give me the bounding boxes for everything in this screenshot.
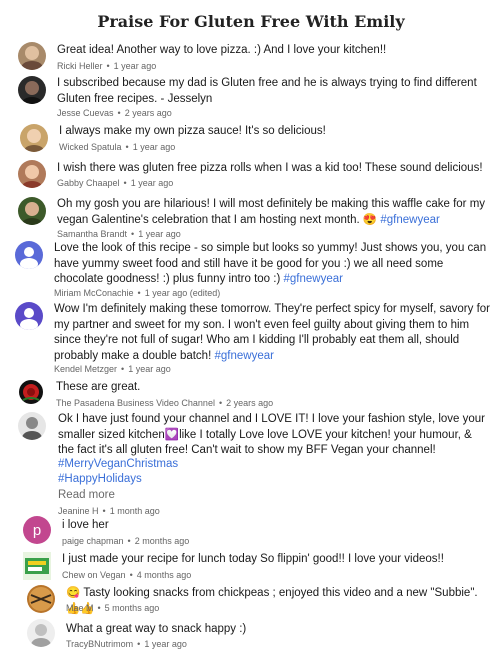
comment-time: 2 months ago	[134, 536, 190, 546]
comment-text: Ok I have just found your channel and I …	[58, 413, 486, 456]
avatar[interactable]	[20, 124, 48, 152]
avatar[interactable]	[18, 197, 46, 225]
heart-decoration-emoji-icon: 💟	[164, 428, 180, 441]
comment-author[interactable]: The Pasadena Business Video Channel	[56, 398, 215, 408]
page-title: Praise For Gluten Free With Emily	[97, 12, 405, 31]
avatar[interactable]	[17, 378, 45, 406]
comment-meta: Kendel Metzger • 1 year ago	[54, 364, 171, 374]
comment-author[interactable]: Wicked Spatula	[59, 142, 122, 152]
avatar[interactable]: p	[23, 516, 51, 544]
comment-meta: The Pasadena Business Video Channel • 2 ye…	[56, 398, 274, 408]
comment-author[interactable]: Gabby Chaapel	[57, 178, 120, 188]
comment-text: What a great way to snack happy :)	[66, 623, 247, 635]
comment-meta: Miriam McConachie • 1 year ago (edited)	[54, 288, 221, 298]
default-user-icon	[20, 247, 38, 269]
comment-time: 2 years ago	[124, 108, 172, 118]
comment-time: 1 year ago	[132, 142, 176, 152]
comment-text: I just made your recipe for lunch today …	[62, 553, 444, 565]
rose-logo-icon	[19, 380, 43, 404]
comment-text: i love her	[62, 519, 109, 531]
comment-author[interactable]: Mae M	[66, 603, 94, 613]
comment-time: 1 year ago (edited)	[144, 288, 221, 298]
comment-text: I always make my own pizza sauce! It's s…	[59, 125, 326, 137]
default-user-icon	[20, 308, 38, 330]
comment-text: Love the look of this recipe - so simple…	[54, 242, 487, 285]
read-more-link[interactable]: Read more	[58, 488, 115, 504]
comment-meta: paige chapman • 2 months ago	[62, 536, 190, 546]
comment-author[interactable]: Samantha Brandt	[57, 229, 127, 239]
comment-text: I wish there was gluten free pizza rolls…	[57, 162, 483, 174]
comment-meta: Jeanine H • 1 month ago	[58, 506, 160, 516]
comment-meta: Mae M • 5 months ago	[66, 603, 160, 613]
comment-text: These are great.	[56, 381, 141, 393]
comment-meta: TracyBNutrimom • 1 year ago	[66, 639, 187, 649]
comment-time: 1 year ago	[138, 229, 181, 239]
comment-text: Great idea! Another way to love pizza. :…	[57, 44, 387, 56]
comment-meta: Wicked Spatula • 1 year ago	[59, 142, 176, 152]
comment-author[interactable]: Jeanine H	[58, 506, 99, 516]
avatar-letter: p	[32, 521, 42, 539]
comment-time: 1 year ago	[144, 639, 187, 649]
comment-time: 2 years ago	[226, 398, 274, 408]
comment-meta: Samantha Brandt • 1 year ago	[57, 229, 181, 239]
comment-time: 1 year ago	[130, 178, 174, 188]
comment-time: 4 months ago	[136, 570, 192, 580]
comment-time: 1 year ago	[113, 61, 157, 71]
hashtag-link[interactable]: #MerryVeganChristmas	[58, 457, 178, 473]
comment-author[interactable]: Chew on Vegan	[62, 570, 126, 580]
hashtag-link[interactable]: #HappyHolidays	[58, 472, 142, 488]
hashtag-link[interactable]: #gfnewyear	[380, 214, 439, 226]
comment-text: I subscribed because my dad is Gluten fr…	[57, 77, 477, 105]
avatar[interactable]	[27, 619, 55, 647]
chew-on-vegan-logo-icon	[25, 558, 49, 574]
avatar[interactable]	[15, 302, 43, 330]
comment-meta: Chew on Vegan • 4 months ago	[62, 570, 192, 580]
comment-author[interactable]: Ricki Heller	[57, 61, 103, 71]
comment-author[interactable]: Jesse Cuevas	[57, 108, 114, 118]
hashtag-link[interactable]: #gfnewyear	[284, 273, 343, 285]
avatar[interactable]	[23, 552, 51, 580]
comment-author[interactable]: Kendel Metzger	[54, 364, 117, 374]
comment-text: Oh my gosh you are hilarious! I will mos…	[57, 197, 487, 228]
comment-time: 5 months ago	[104, 603, 160, 613]
avatar[interactable]	[15, 241, 43, 269]
avatar[interactable]	[18, 76, 46, 104]
yum-face-emoji-icon: 😋	[66, 587, 81, 599]
avatar[interactable]	[18, 412, 46, 440]
comment-time: 1 year ago	[128, 364, 171, 374]
avatar[interactable]	[18, 160, 46, 188]
comment-author[interactable]: paige chapman	[62, 536, 124, 546]
comment-time: 1 month ago	[109, 506, 160, 516]
comment-meta: Ricki Heller • 1 year ago	[57, 61, 157, 71]
avatar[interactable]	[18, 42, 46, 70]
comment-meta: Gabby Chaapel • 1 year ago	[57, 178, 174, 188]
heart-eyes-emoji-icon: 😍	[362, 213, 378, 226]
avatar[interactable]	[27, 585, 55, 613]
comment-text: Wow I'm definitely making these tomorrow…	[54, 303, 491, 362]
comment-author[interactable]: TracyBNutrimom	[66, 639, 133, 649]
comment-meta: Jesse Cuevas • 2 years ago	[57, 108, 172, 118]
comment-author[interactable]: Miriam McConachie	[54, 288, 134, 298]
hashtag-link[interactable]: #gfnewyear	[214, 350, 273, 362]
